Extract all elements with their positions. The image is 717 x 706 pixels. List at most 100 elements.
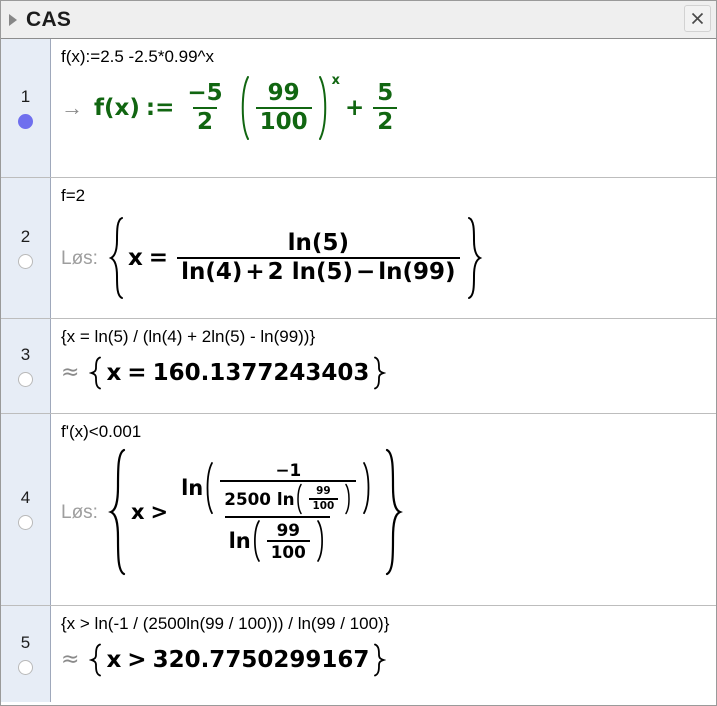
table-row[interactable]: 5 {x > ln(-1 / (2500ln(99 / 100))) / ln(… bbox=[1, 606, 716, 702]
function-name: f(x) bbox=[94, 95, 140, 122]
row-input[interactable]: f(x):=2.5 -2.5*0.99^x bbox=[61, 46, 716, 67]
table-row[interactable]: 1 f(x):=2.5 -2.5*0.99^x → f(x) := −5 2 9… bbox=[1, 39, 716, 178]
row-status-dot[interactable] bbox=[18, 253, 33, 269]
right-brace-icon bbox=[466, 216, 483, 300]
arrow-right-icon: → bbox=[61, 95, 83, 121]
numerator: ln −1 2500 ln 99 100 bbox=[177, 461, 377, 516]
right-paren-icon bbox=[318, 75, 331, 141]
approx-symbol: ≈ bbox=[61, 647, 80, 673]
triangle-right-icon[interactable] bbox=[9, 13, 17, 26]
numerator: −5 bbox=[187, 80, 223, 107]
row-output: ≈ x > 320.7750299167 bbox=[61, 643, 716, 677]
assign-operator: := bbox=[145, 95, 175, 122]
greater-than-operator: > bbox=[127, 647, 147, 674]
solution-set: x > ln −1 2500 ln 99 100 ln 99 100 bbox=[108, 448, 404, 576]
row-output-math: x > 320.7750299167 bbox=[89, 643, 387, 677]
right-paren-icon bbox=[344, 483, 352, 515]
row-status-dot[interactable] bbox=[18, 113, 33, 129]
equals-operator: = bbox=[148, 245, 169, 272]
row-output-math: x = ln(5) ln(4) +2 ln(5) − ln(99) bbox=[108, 216, 483, 300]
ln-function: ln bbox=[228, 528, 251, 553]
row-marker-2[interactable]: 2 bbox=[1, 178, 51, 318]
denominator: ln 99 100 bbox=[224, 516, 330, 563]
row-output-math: f(x) := −5 2 99 100 x + 5 2 bbox=[93, 73, 401, 141]
row-output: → f(x) := −5 2 99 100 x + 5 2 bbox=[61, 73, 716, 141]
ln-argument: −1 2500 ln 99 100 bbox=[203, 461, 373, 515]
table-row[interactable]: 2 f=2 Løs: x = ln(5) ln(4) + 2 ln(5) − l… bbox=[1, 178, 716, 319]
approx-symbol: ≈ bbox=[61, 360, 80, 386]
fraction-99-100: 99 100 bbox=[308, 485, 339, 513]
row-number: 2 bbox=[20, 226, 31, 246]
right-paren-icon bbox=[362, 461, 373, 515]
ln-argument: 99 100 bbox=[251, 519, 326, 563]
row-status-dot[interactable] bbox=[18, 515, 33, 530]
row-output-math: x = 160.1377243403 bbox=[89, 356, 387, 390]
power-base-group: 99 100 bbox=[237, 75, 331, 141]
variable: x bbox=[106, 647, 122, 674]
table-row[interactable]: 3 {x = ln(5) / (ln(4) + 2ln(5) - ln(99))… bbox=[1, 319, 716, 414]
fraction-99-100-wrap: 99 100 bbox=[261, 519, 316, 563]
row-number: 1 bbox=[20, 86, 31, 106]
left-brace-icon bbox=[89, 643, 103, 677]
row-number: 3 bbox=[20, 344, 31, 364]
plus-operator: + bbox=[245, 259, 265, 286]
close-button[interactable] bbox=[684, 5, 711, 32]
fraction-99-100-wrap: 99 100 bbox=[250, 75, 318, 141]
numerator: 99 bbox=[267, 80, 300, 107]
row-output: Løs: x > ln −1 2500 ln 99 100 ln 99 100 bbox=[61, 448, 716, 576]
ln-outer-group: ln −1 2500 ln 99 100 bbox=[181, 461, 373, 515]
fraction-solution: ln −1 2500 ln 99 100 ln 99 100 bbox=[177, 461, 377, 563]
row-output-math: x > ln −1 2500 ln 99 100 ln 99 100 bbox=[108, 448, 404, 576]
left-paren-icon bbox=[251, 519, 261, 563]
variable: x bbox=[130, 500, 145, 525]
fraction-neg-five-halves: −5 2 bbox=[183, 81, 226, 135]
ln-argument: 99 100 bbox=[295, 483, 353, 515]
row-body-4: f'(x)<0.001 Løs: x > ln −1 2500 ln 99 10… bbox=[51, 414, 716, 605]
ln-lower-group: ln 99 100 bbox=[229, 519, 326, 563]
exponent: x bbox=[331, 73, 340, 89]
row-status-dot[interactable] bbox=[18, 371, 33, 387]
row-status-dot[interactable] bbox=[18, 659, 33, 675]
cas-header: CAS bbox=[1, 1, 716, 39]
left-brace-icon bbox=[89, 356, 103, 390]
inner-fraction-wrap: −1 2500 ln 99 100 bbox=[214, 461, 362, 515]
row-marker-4[interactable]: 4 bbox=[1, 414, 51, 605]
table-row[interactable]: 4 f'(x)<0.001 Løs: x > ln −1 2500 ln 99 … bbox=[1, 414, 716, 606]
denominator: 2500 ln 99 100 bbox=[220, 480, 357, 515]
numeric-value: 320.7750299167 bbox=[152, 647, 370, 674]
row-output: ≈ x = 160.1377243403 bbox=[61, 356, 716, 390]
solve-label: Løs: bbox=[61, 247, 98, 269]
solution-set: x > 320.7750299167 bbox=[89, 643, 387, 677]
row-marker-3[interactable]: 3 bbox=[1, 319, 51, 413]
denominator: ln(4) +2 ln(5) − ln(99) bbox=[177, 257, 460, 286]
den-term-c: ln(99) bbox=[378, 259, 456, 286]
numeric-value: 160.1377243403 bbox=[152, 360, 370, 387]
solution-set: x = ln(5) ln(4) +2 ln(5) − ln(99) bbox=[108, 216, 483, 300]
solution-expression: x > ln −1 2500 ln 99 100 ln 99 100 bbox=[128, 448, 383, 576]
denominator: 2 bbox=[192, 107, 217, 135]
row-output: Løs: x = ln(5) ln(4) + 2 ln(5) − ln(99) bbox=[61, 216, 716, 300]
denominator: 2 bbox=[373, 107, 398, 135]
row-marker-1[interactable]: 1 bbox=[1, 39, 51, 177]
row-body-2: f=2 Løs: x = ln(5) ln(4) + 2 ln(5) − ln(… bbox=[51, 178, 716, 318]
row-marker-5[interactable]: 5 bbox=[1, 606, 51, 702]
left-brace-icon bbox=[108, 448, 128, 576]
numerator: −1 bbox=[275, 460, 302, 481]
row-input[interactable]: {x = ln(5) / (ln(4) + 2ln(5) - ln(99))} bbox=[61, 326, 716, 347]
right-paren-icon bbox=[316, 519, 326, 563]
variable: x bbox=[127, 245, 143, 272]
row-input[interactable]: f'(x)<0.001 bbox=[61, 421, 716, 442]
row-input[interactable]: {x > ln(-1 / (2500ln(99 / 100))) / ln(99… bbox=[61, 613, 716, 634]
ln-function: ln bbox=[276, 489, 295, 510]
numerator: 5 bbox=[377, 80, 394, 107]
ln-function: ln bbox=[181, 475, 204, 500]
row-body-5: {x > ln(-1 / (2500ln(99 / 100))) / ln(99… bbox=[51, 606, 716, 702]
cas-window: CAS 1 f(x):=2.5 -2.5*0.99^x → f(x) := −5… bbox=[0, 0, 717, 706]
left-brace-icon bbox=[108, 216, 125, 300]
row-input[interactable]: f=2 bbox=[61, 185, 716, 206]
right-brace-icon bbox=[383, 448, 404, 576]
solution-expression: x > 320.7750299167 bbox=[103, 643, 372, 677]
close-icon bbox=[691, 12, 704, 25]
row-number: 5 bbox=[20, 632, 31, 652]
right-brace-icon bbox=[372, 643, 387, 677]
